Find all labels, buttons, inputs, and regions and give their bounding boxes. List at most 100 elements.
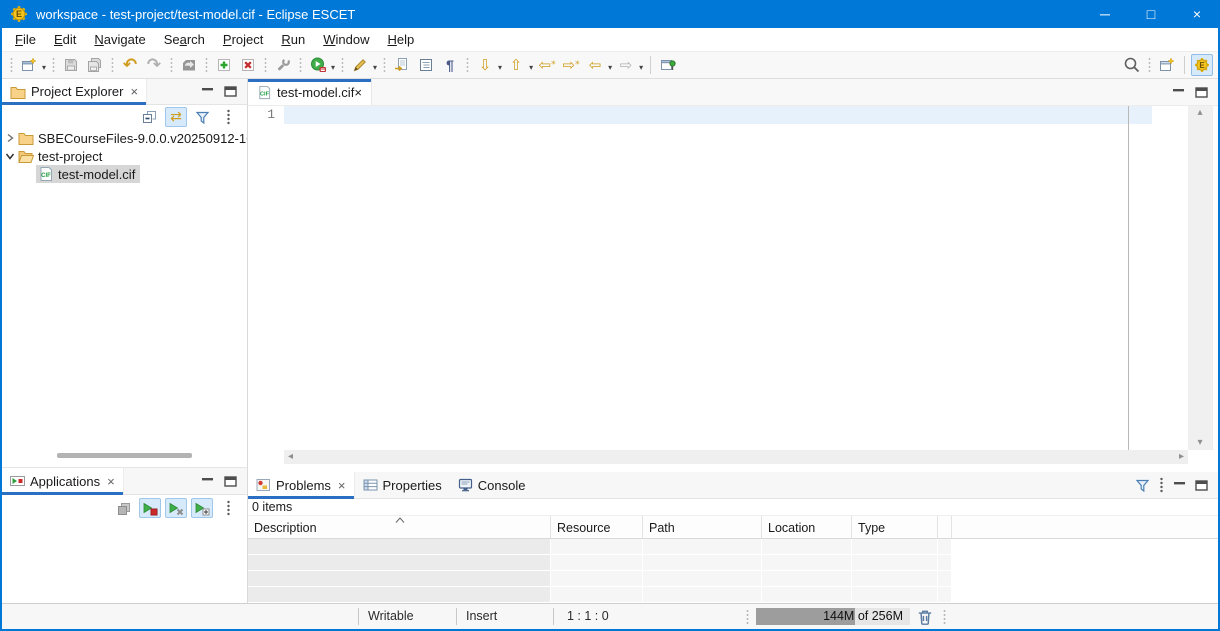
escet-perspective-button[interactable]: [1191, 54, 1213, 76]
new-wizard-dropdown[interactable]: ▾: [42, 63, 46, 72]
menu-file[interactable]: File: [6, 30, 45, 49]
selected-tree-item[interactable]: test-model.cif: [36, 165, 140, 183]
chevron-down-icon[interactable]: [2, 150, 18, 162]
search-button[interactable]: [1121, 54, 1143, 76]
maximize-view-icon[interactable]: [224, 86, 237, 97]
new-wizard-button[interactable]: [18, 54, 40, 76]
filter-button[interactable]: [191, 107, 213, 127]
tree-item-test-model-cif[interactable]: test-model.cif: [2, 165, 247, 183]
run-garbage-collector-button[interactable]: [916, 608, 934, 629]
filter-funnel-icon[interactable]: [1135, 478, 1150, 493]
tab-console[interactable]: Console: [450, 472, 534, 498]
previous-annotation-button[interactable]: ⇧: [505, 54, 527, 76]
close-window-button[interactable]: ×: [1174, 0, 1220, 28]
scroll-down-icon[interactable]: ▾: [1197, 438, 1202, 448]
view-menu-button[interactable]: [217, 498, 239, 518]
tab-problems[interactable]: Problems ×: [248, 472, 355, 498]
tree-item-test-project[interactable]: test-project: [2, 147, 247, 165]
menu-edit[interactable]: Edit: [45, 30, 85, 49]
scroll-up-icon[interactable]: ▴: [1197, 108, 1202, 118]
column-header-description[interactable]: Description: [248, 516, 551, 538]
explorer-horizontal-scrollbar[interactable]: [57, 453, 192, 458]
back-button[interactable]: ⇦: [584, 54, 606, 76]
show-whitespace-button[interactable]: ¶: [439, 54, 461, 76]
open-perspective-button[interactable]: [1156, 54, 1178, 76]
save-all-icon: [87, 57, 103, 73]
pen-dropdown[interactable]: ▾: [373, 63, 377, 72]
save-button[interactable]: [60, 54, 82, 76]
tab-test-model-cif[interactable]: test-model.cif ×: [248, 79, 372, 105]
menu-help[interactable]: Help: [378, 30, 423, 49]
wrench-button[interactable]: [272, 54, 294, 76]
terminate-all-button[interactable]: [139, 498, 161, 518]
close-tab-icon[interactable]: ×: [130, 84, 138, 99]
auto-expand-button[interactable]: [191, 498, 213, 518]
column-header-path[interactable]: Path: [643, 516, 762, 538]
back-dropdown[interactable]: ▾: [608, 63, 612, 72]
pin-editor-button[interactable]: [657, 54, 679, 76]
minimize-view-icon[interactable]: [1172, 87, 1185, 98]
column-label: Resource: [557, 521, 611, 535]
maximize-view-icon[interactable]: [224, 476, 237, 487]
remove-terminated-button[interactable]: [165, 498, 187, 518]
scroll-left-icon[interactable]: ◂: [288, 452, 293, 462]
statusbar-grip[interactable]: [745, 609, 750, 625]
scrollbar-track[interactable]: ◂ ▸: [284, 450, 1188, 464]
run-check-button[interactable]: [307, 54, 329, 76]
outline-button[interactable]: [415, 54, 437, 76]
tree-item-sbecoursefiles[interactable]: SBECourseFiles-9.0.0.v20250912-16241: [2, 129, 247, 147]
next-edit-location-button[interactable]: ⇨*: [560, 54, 582, 76]
link-with-editor-button[interactable]: [391, 54, 413, 76]
collapse-all-button[interactable]: [139, 107, 161, 127]
maximize-window-button[interactable]: □: [1128, 0, 1174, 28]
table-row[interactable]: [248, 555, 1218, 571]
link-with-editor-toggle[interactable]: ⇄: [165, 107, 187, 127]
menu-run[interactable]: Run: [272, 30, 314, 49]
editor-vertical-scrollbar[interactable]: ▴ ▾: [1188, 106, 1212, 450]
statusbar-grip[interactable]: [942, 609, 947, 625]
maximize-view-icon[interactable]: [1195, 87, 1208, 98]
close-tab-icon[interactable]: ×: [107, 474, 115, 489]
forward-button[interactable]: ⇨: [615, 54, 637, 76]
view-menu-button[interactable]: [217, 107, 239, 127]
minimize-view-icon[interactable]: [201, 476, 214, 487]
add-button[interactable]: [213, 54, 235, 76]
import-button[interactable]: [178, 54, 200, 76]
maximize-view-icon[interactable]: [1195, 480, 1208, 491]
scroll-right-icon[interactable]: ▸: [1179, 452, 1184, 462]
chevron-right-icon[interactable]: [2, 132, 18, 144]
editor-horizontal-scrollbar[interactable]: ◂ ▸: [248, 450, 1218, 466]
last-edit-location-button[interactable]: ⇦*: [536, 54, 558, 76]
table-row[interactable]: [248, 571, 1218, 587]
minimize-view-icon[interactable]: [201, 86, 214, 97]
view-menu-dots-icon[interactable]: [1159, 477, 1164, 493]
close-editor-icon[interactable]: ×: [354, 85, 362, 100]
column-header-resource[interactable]: Resource: [551, 516, 643, 538]
previous-annotation-dropdown[interactable]: ▾: [529, 63, 533, 72]
delete-button[interactable]: [237, 54, 259, 76]
menu-navigate[interactable]: Navigate: [85, 30, 154, 49]
column-header-type[interactable]: Type: [852, 516, 938, 538]
next-annotation-button[interactable]: ⇩: [474, 54, 496, 76]
cascade-windows-button[interactable]: [113, 498, 135, 518]
undo-button[interactable]: ↶: [119, 54, 141, 76]
tab-applications[interactable]: Applications ×: [2, 468, 124, 494]
menu-window[interactable]: Window: [314, 30, 378, 49]
table-row[interactable]: [248, 539, 1218, 555]
close-tab-icon[interactable]: ×: [338, 478, 346, 493]
menu-project[interactable]: Project: [214, 30, 272, 49]
redo-button[interactable]: ↷: [143, 54, 165, 76]
tab-properties[interactable]: Properties: [355, 472, 450, 498]
pen-button[interactable]: [349, 54, 371, 76]
minimize-view-icon[interactable]: [1173, 480, 1186, 491]
editor-content[interactable]: 1 ▴ ▾: [248, 106, 1218, 450]
minimize-window-button[interactable]: ─: [1082, 0, 1128, 28]
next-annotation-dropdown[interactable]: ▾: [498, 63, 502, 72]
forward-dropdown[interactable]: ▾: [639, 63, 643, 72]
column-header-location[interactable]: Location: [762, 516, 852, 538]
menu-search[interactable]: Search: [155, 30, 214, 49]
tab-project-explorer[interactable]: Project Explorer ×: [2, 79, 147, 104]
run-check-dropdown[interactable]: ▾: [331, 63, 335, 72]
save-all-button[interactable]: [84, 54, 106, 76]
table-row[interactable]: [248, 587, 1218, 603]
